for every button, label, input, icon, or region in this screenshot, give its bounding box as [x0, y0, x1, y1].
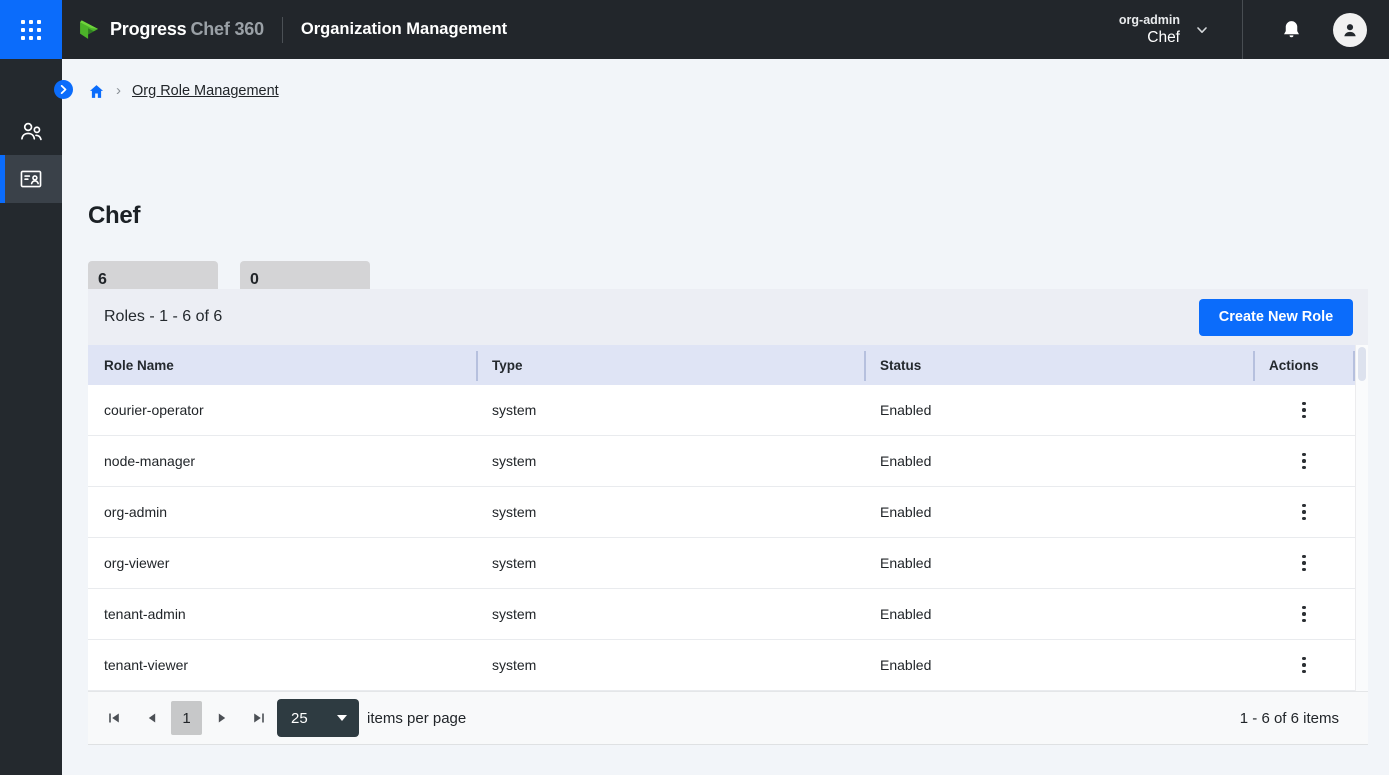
row-actions-kebab-icon[interactable] [1296, 600, 1312, 629]
role-name-cell: courier-operator [88, 402, 476, 418]
brand-name-chef360: Chef 360 [190, 19, 263, 40]
role-type-cell: system [476, 504, 864, 520]
progress-logo-icon [78, 17, 103, 42]
role-name-cell: tenant-admin [88, 606, 476, 622]
role-name-cell: org-admin [88, 504, 476, 520]
row-actions-kebab-icon[interactable] [1296, 498, 1312, 527]
main-content: › Org Role Management Chef 6 System Role… [62, 59, 1389, 775]
role-name-cell: tenant-viewer [88, 657, 476, 673]
topbar-divider [1242, 0, 1243, 59]
brand-name-progress: Progress [110, 19, 186, 40]
table-row: courier-operator system Enabled [88, 385, 1355, 436]
top-bar: Progress Chef 360 Organization Managemen… [0, 0, 1389, 59]
brand-divider [282, 17, 283, 43]
roles-panel-title: Roles - 1 - 6 of 6 [104, 308, 222, 326]
last-page-button[interactable] [253, 712, 265, 724]
role-name-cell: node-manager [88, 453, 476, 469]
screen: Progress Chef 360 Organization Managemen… [0, 0, 1389, 775]
next-page-icon [216, 712, 228, 724]
product-title: Organization Management [301, 20, 507, 39]
sidebar-item-org-roles[interactable] [0, 155, 62, 203]
current-page-button[interactable]: 1 [171, 701, 202, 735]
brand-logo: Progress Chef 360 [78, 17, 264, 42]
chevron-right-icon [59, 85, 68, 94]
home-icon[interactable] [88, 83, 105, 100]
table-row: node-manager system Enabled [88, 436, 1355, 487]
id-card-icon [18, 166, 44, 192]
table-scrollbar[interactable] [1355, 345, 1368, 691]
scrollbar-thumb[interactable] [1358, 347, 1366, 381]
users-icon [18, 118, 45, 145]
bell-icon [1280, 18, 1303, 42]
caret-down-icon [337, 715, 347, 721]
role-status-cell: Enabled [864, 402, 1253, 418]
role-type-cell: system [476, 657, 864, 673]
page-size-select[interactable]: 25 [277, 699, 359, 737]
sidebar-expand-button[interactable] [54, 80, 73, 99]
role-status-cell: Enabled [864, 657, 1253, 673]
last-page-icon [253, 712, 265, 724]
row-actions-kebab-icon[interactable] [1296, 396, 1312, 425]
roles-panel: Roles - 1 - 6 of 6 Create New Role Role … [88, 289, 1368, 745]
previous-page-button[interactable] [146, 712, 158, 724]
column-header-role-name[interactable]: Role Name [88, 345, 476, 385]
page-size-value: 25 [291, 710, 308, 727]
first-page-icon [108, 712, 120, 724]
first-page-button[interactable] [108, 712, 120, 724]
system-roles-count: 6 [98, 270, 208, 289]
breadcrumb: › Org Role Management [88, 81, 279, 101]
roles-table: Role Name Type Status Actions courier-op… [88, 345, 1368, 691]
user-org-menu[interactable]: org-admin Chef [1119, 13, 1208, 47]
user-avatar-button[interactable] [1333, 13, 1367, 47]
role-type-cell: system [476, 555, 864, 571]
role-type-cell: system [476, 606, 864, 622]
app-launcher-button[interactable] [0, 0, 62, 59]
role-type-cell: system [476, 453, 864, 469]
table-row: tenant-viewer system Enabled [88, 640, 1355, 691]
roles-table-header: Role Name Type Status Actions [88, 345, 1355, 385]
user-org-label: Chef [1119, 28, 1180, 47]
role-status-cell: Enabled [864, 555, 1253, 571]
column-header-actions: Actions [1253, 345, 1355, 385]
row-actions-kebab-icon[interactable] [1296, 651, 1312, 680]
column-header-status[interactable]: Status [864, 345, 1253, 385]
pagination-bar: 1 25 items per page 1 - 6 of 6 items [88, 691, 1368, 745]
sidebar [0, 59, 62, 775]
table-row: tenant-admin system Enabled [88, 589, 1355, 640]
breadcrumb-separator: › [116, 82, 121, 100]
items-range-label: 1 - 6 of 6 items [1240, 710, 1352, 727]
app-grid-icon [21, 20, 41, 40]
role-status-cell: Enabled [864, 606, 1253, 622]
previous-page-icon [146, 712, 158, 724]
sidebar-item-users[interactable] [0, 107, 62, 155]
roles-panel-header: Roles - 1 - 6 of 6 Create New Role [88, 289, 1368, 345]
user-avatar-icon [1340, 20, 1360, 40]
next-page-button[interactable] [216, 712, 228, 724]
column-header-type[interactable]: Type [476, 345, 864, 385]
items-per-page-label: items per page [367, 710, 466, 727]
create-new-role-button[interactable]: Create New Role [1199, 299, 1353, 336]
table-row: org-admin system Enabled [88, 487, 1355, 538]
notifications-button[interactable] [1267, 18, 1315, 42]
role-name-cell: org-viewer [88, 555, 476, 571]
user-role-label: org-admin [1119, 13, 1180, 28]
breadcrumb-link-org-role-management[interactable]: Org Role Management [132, 83, 279, 99]
custom-roles-count: 0 [250, 270, 360, 289]
role-status-cell: Enabled [864, 453, 1253, 469]
chevron-down-icon [1196, 24, 1208, 36]
row-actions-kebab-icon[interactable] [1296, 447, 1312, 476]
table-row: org-viewer system Enabled [88, 538, 1355, 589]
role-type-cell: system [476, 402, 864, 418]
row-actions-kebab-icon[interactable] [1296, 549, 1312, 578]
role-status-cell: Enabled [864, 504, 1253, 520]
page-title: Chef [88, 202, 140, 230]
